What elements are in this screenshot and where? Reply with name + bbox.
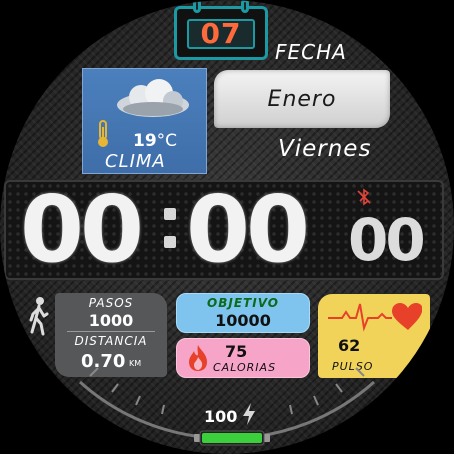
battery-value: 100 [204,407,238,426]
month-panel: Enero [214,70,390,128]
day-number: 07 [200,17,242,50]
time-minutes: 00 [186,176,310,283]
bluetooth-off-icon [357,188,371,206]
distance-label: DISTANCIA [74,334,148,348]
calendar-ring-right [241,0,249,13]
date-calendar[interactable]: 07 [174,0,268,60]
calendar-ring-left [193,0,201,13]
steps-divider [67,331,155,332]
flame-icon [189,345,207,371]
goal-panel[interactable]: OBJETIVO 10000 [176,293,310,333]
steps-label: PASOS [88,296,134,310]
calories-panel[interactable]: 75 CALORIAS [176,338,310,378]
weather-label: CLIMA [105,151,166,172]
colon-dot-top [164,208,176,220]
time-colon [164,198,176,258]
battery-fill [202,433,262,443]
walking-person-icon [29,297,49,336]
temperature-unit: °C [156,131,178,151]
heart-rate-icon [328,303,422,332]
weather-panel[interactable]: 19°C CLIMA [82,68,207,174]
calories-value: 75 [225,342,248,361]
goal-label: OBJETIVO [207,296,279,310]
colon-dot-bottom [164,236,176,248]
calories-label: CALORIAS [213,361,277,374]
date-label: FECHA [275,40,347,64]
charging-bolt-icon [243,403,255,425]
month-name: Enero [267,86,337,112]
weekday-name: Viernes [278,136,372,162]
calendar-face: 07 [187,19,255,49]
thermometer-icon [98,120,108,147]
steps-value: 1000 [88,311,134,330]
time-seconds: 00 [348,206,426,274]
battery-bar [194,430,270,446]
temperature: 19°C [133,131,177,151]
steps-panel[interactable]: PASOS 1000 DISTANCIA 0.70 KM [55,293,167,377]
pulse-panel[interactable]: 62 PULSO [318,294,430,378]
temperature-value: 19 [133,131,157,151]
distance-unit: KM [129,359,142,368]
cloud-icon [117,79,189,117]
pulse-label: PULSO [332,360,374,373]
watch-face: 07 FECHA 19°C CLIMA Enero Viernes 00 00 [0,0,454,454]
pulse-value: 62 [338,336,361,355]
distance-value: 0.70 [81,351,126,372]
goal-value: 10000 [215,311,271,330]
time-hours: 00 [20,176,144,283]
